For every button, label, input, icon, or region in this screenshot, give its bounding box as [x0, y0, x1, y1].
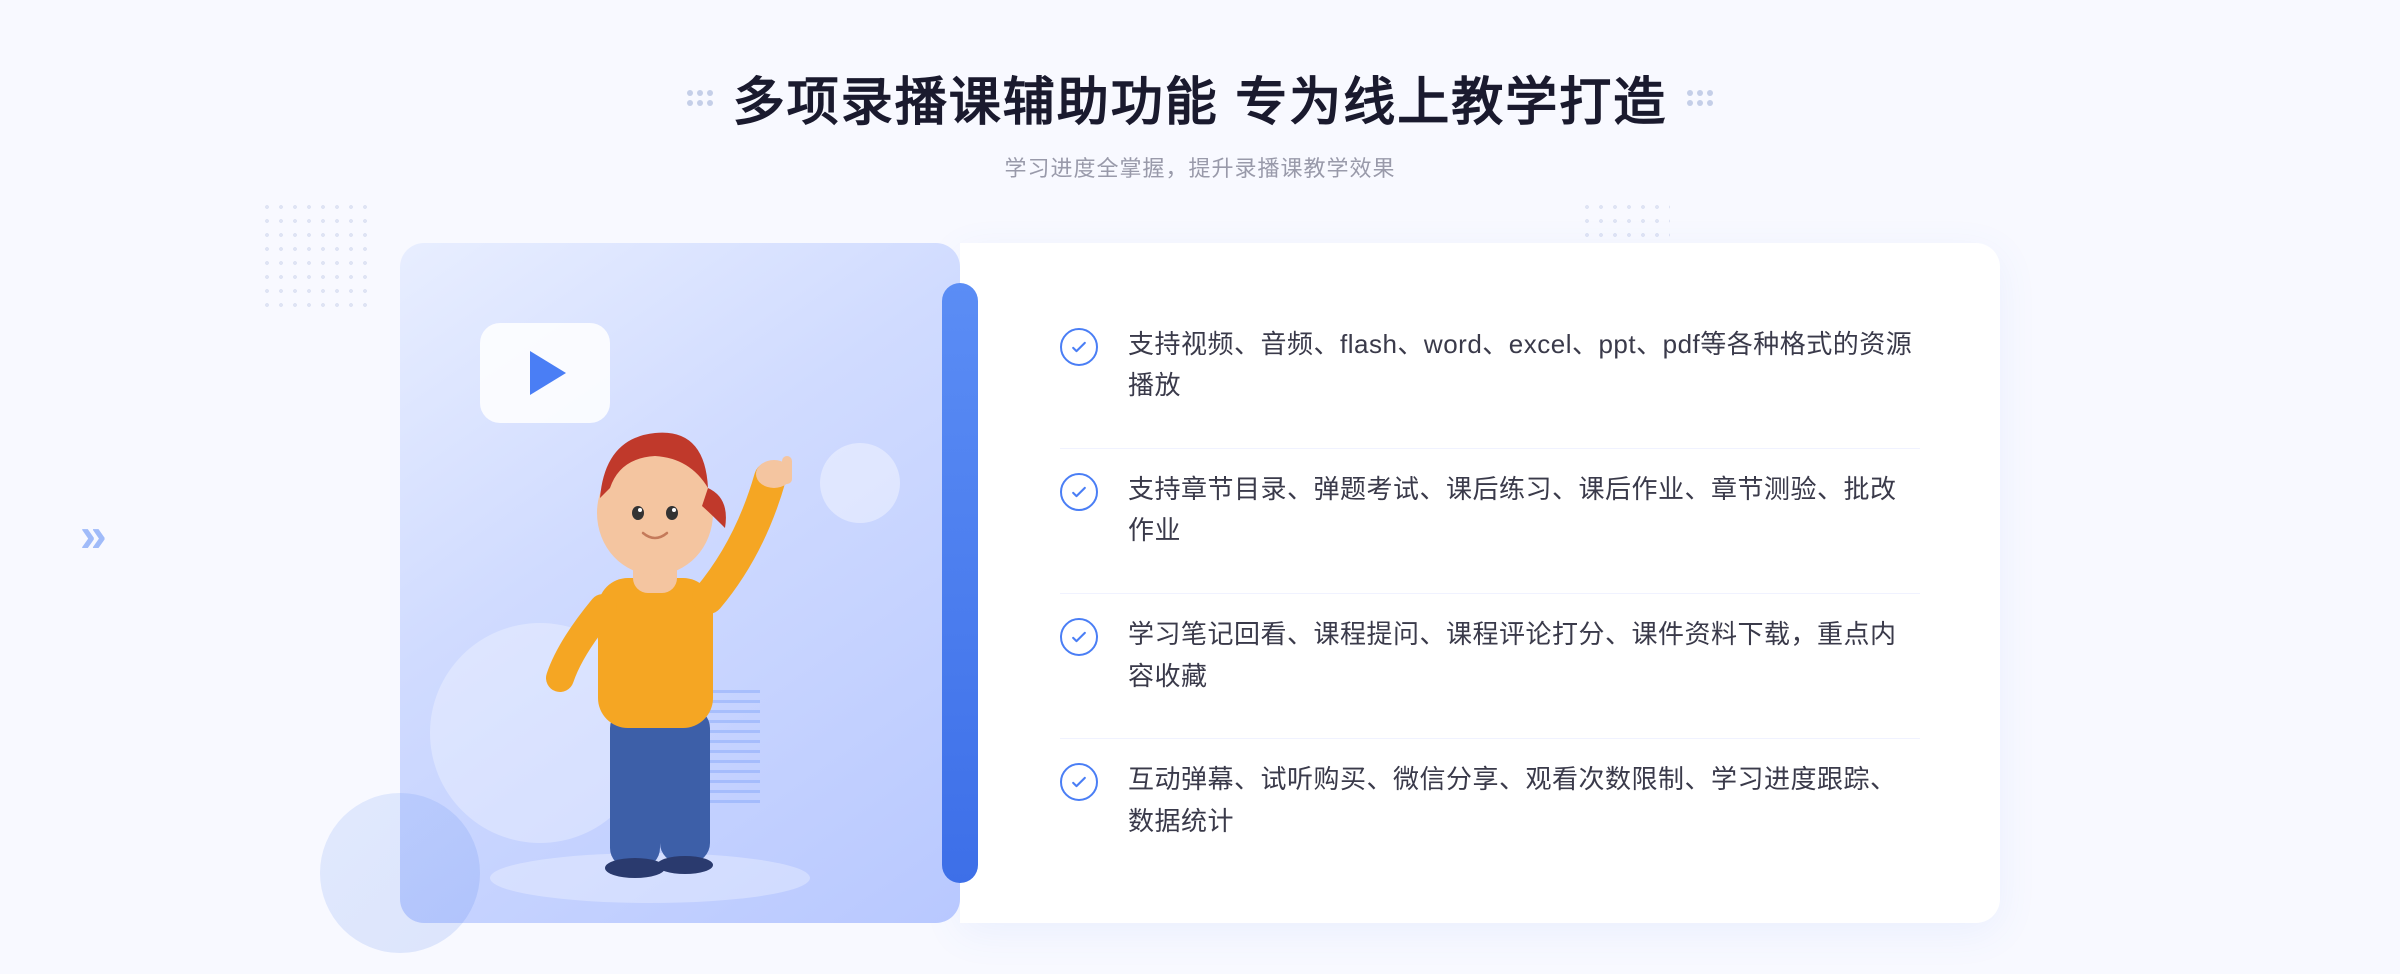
- feature-text-1: 支持视频、音频、flash、word、excel、ppt、pdf等各种格式的资源…: [1128, 324, 1920, 407]
- check-circle-icon-1: [1060, 328, 1098, 366]
- feature-item-2: 支持章节目录、弹题考试、课后练习、课后作业、章节测验、批改作业: [1060, 448, 1920, 572]
- header-title-row: 多项录播课辅助功能 专为线上教学打造: [687, 60, 1713, 135]
- right-deco-icon: [1687, 90, 1713, 106]
- illustration-sidebar: [942, 283, 978, 883]
- check-svg-4: [1069, 772, 1089, 792]
- subtitle: 学习进度全掌握，提升录播课教学效果: [687, 151, 1713, 183]
- main-title: 多项录播课辅助功能 专为线上教学打造: [733, 60, 1667, 135]
- bg-dots-left: [260, 200, 370, 310]
- feature-item-4: 互动弹幕、试听购买、微信分享、观看次数限制、学习进度跟踪、数据统计: [1060, 738, 1920, 862]
- features-panel: 支持视频、音频、flash、word、excel、ppt、pdf等各种格式的资源…: [960, 243, 2000, 923]
- check-circle-icon-4: [1060, 763, 1098, 801]
- left-nav-arrow[interactable]: »: [80, 508, 97, 563]
- illustration-card: [400, 243, 960, 923]
- check-svg-1: [1069, 337, 1089, 357]
- feature-item-3: 学习笔记回看、课程提问、课程评论打分、课件资料下载，重点内容收藏: [1060, 593, 1920, 717]
- check-svg-3: [1069, 627, 1089, 647]
- character-svg: [460, 358, 840, 918]
- header-section: 多项录播课辅助功能 专为线上教学打造 学习进度全掌握，提升录播课教学效果: [687, 60, 1713, 183]
- check-svg-2: [1069, 482, 1089, 502]
- check-circle-icon-3: [1060, 618, 1098, 656]
- feature-item: 支持视频、音频、flash、word、excel、ppt、pdf等各种格式的资源…: [1060, 304, 1920, 427]
- page-container: 多项录播课辅助功能 专为线上教学打造 学习进度全掌握，提升录播课教学效果: [0, 0, 2400, 974]
- feature-text-4: 互动弹幕、试听购买、微信分享、观看次数限制、学习进度跟踪、数据统计: [1128, 759, 1920, 842]
- deco-blue-circle: [320, 793, 480, 953]
- left-deco-icon: [687, 90, 713, 106]
- feature-text-3: 学习笔记回看、课程提问、课程评论打分、课件资料下载，重点内容收藏: [1128, 614, 1920, 697]
- character-area: [460, 358, 960, 923]
- feature-text-2: 支持章节目录、弹题考试、课后练习、课后作业、章节测验、批改作业: [1128, 469, 1920, 552]
- content-area: 支持视频、音频、flash、word、excel、ppt、pdf等各种格式的资源…: [400, 243, 2000, 923]
- check-circle-icon-2: [1060, 473, 1098, 511]
